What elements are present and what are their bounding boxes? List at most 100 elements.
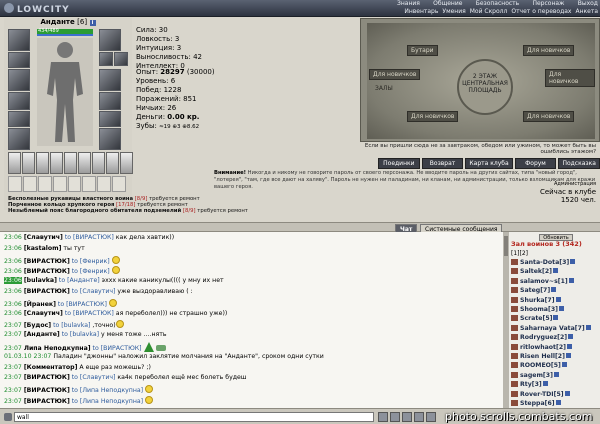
message-author[interactable]: [Комментатор] bbox=[24, 364, 78, 371]
roster-player[interactable]: ROOMEO[5] bbox=[511, 362, 567, 369]
spell-slot[interactable] bbox=[82, 176, 97, 192]
message-time[interactable]: 23:07 bbox=[4, 387, 22, 394]
message-recipient[interactable]: to [Липа Неподкупна] bbox=[72, 387, 143, 394]
settings-icon[interactable] bbox=[426, 412, 436, 422]
roster-player[interactable]: salamov~s[1] bbox=[511, 277, 574, 285]
player-name[interactable]: Shurka[7] bbox=[520, 297, 555, 304]
message-recipient[interactable]: to [Славутич] bbox=[72, 288, 116, 295]
info-icon[interactable] bbox=[553, 315, 559, 321]
message-time[interactable]: 23:06 bbox=[4, 277, 22, 285]
player-name[interactable]: sagem[3] bbox=[520, 372, 553, 379]
map-location-button[interactable]: Для новичков bbox=[407, 111, 459, 122]
message-time[interactable]: 23:07 bbox=[4, 322, 22, 329]
potion-slot[interactable] bbox=[120, 152, 133, 174]
message-author[interactable]: [ВИРАСТЮК] bbox=[24, 398, 70, 405]
player-name[interactable]: Risen Hell[2] bbox=[520, 353, 565, 360]
roster-player[interactable]: Rty[3] bbox=[511, 381, 548, 388]
info-icon[interactable] bbox=[568, 334, 574, 340]
info-icon[interactable] bbox=[570, 259, 576, 264]
subnav-transfers[interactable]: Отчет о переводах bbox=[511, 8, 571, 16]
shield-slot[interactable] bbox=[99, 69, 121, 91]
bracers-slot[interactable] bbox=[99, 92, 121, 110]
info-icon[interactable] bbox=[555, 296, 561, 302]
spell-slot[interactable] bbox=[37, 176, 52, 192]
message-time[interactable]: 23:06 bbox=[4, 301, 22, 308]
roster-player[interactable]: Shurka[7] bbox=[511, 296, 561, 304]
nav-security[interactable]: Безопасность bbox=[476, 0, 520, 8]
belt-slot[interactable] bbox=[8, 111, 30, 127]
potion-slot[interactable] bbox=[78, 152, 91, 174]
club-map-button[interactable]: Карта клуба bbox=[465, 158, 513, 169]
gloves-slot[interactable] bbox=[8, 128, 30, 150]
player-name[interactable]: ROOMEO[5] bbox=[520, 362, 561, 369]
ring-slot-1[interactable] bbox=[99, 52, 113, 66]
info-icon[interactable] bbox=[564, 390, 570, 396]
roster-player[interactable]: Scrate[5] bbox=[511, 315, 559, 322]
message-recipient[interactable]: to [Славутич] bbox=[72, 374, 116, 381]
message-recipient[interactable]: to [bulavka] bbox=[53, 322, 90, 329]
halls-label[interactable]: ЗАЛЫ bbox=[375, 85, 393, 92]
player-name[interactable]: Saharnaya Vata[7] bbox=[520, 325, 585, 332]
message-author[interactable]: [ВИРАСТЮК] bbox=[24, 374, 70, 381]
spell-slot[interactable] bbox=[52, 176, 67, 192]
message-author[interactable]: [ВИРАСТЮК] bbox=[24, 258, 70, 265]
message-author[interactable]: [ВИРАСТЮК] bbox=[24, 288, 70, 295]
message-recipient[interactable]: to [ВИРАСТЮК] bbox=[93, 345, 142, 352]
spell-slot[interactable] bbox=[67, 176, 82, 192]
potion-slot[interactable] bbox=[64, 152, 77, 174]
info-icon[interactable] bbox=[555, 400, 561, 405]
message-time[interactable]: 23:06 bbox=[4, 288, 22, 295]
nav-knowledge[interactable]: Знания bbox=[397, 0, 420, 8]
earring-slot[interactable] bbox=[99, 29, 121, 51]
player-name[interactable]: Rty[3] bbox=[520, 381, 542, 388]
info-icon[interactable] bbox=[551, 287, 557, 293]
necklace-slot[interactable] bbox=[8, 52, 30, 68]
map-location-button[interactable]: Для новичков bbox=[523, 45, 575, 56]
administration-link[interactable]: Администрация bbox=[520, 181, 600, 187]
info-icon[interactable]: i bbox=[89, 20, 96, 26]
roster-player[interactable]: ritlowhaot[2] bbox=[511, 343, 572, 351]
message-recipient[interactable]: to [bulavka] bbox=[62, 331, 99, 338]
message-author[interactable]: [Будос] bbox=[24, 322, 51, 329]
potion-slot[interactable] bbox=[50, 152, 63, 174]
message-author[interactable]: [Йранек] bbox=[24, 301, 56, 308]
message-time[interactable]: 23:07 bbox=[4, 398, 22, 405]
message-author[interactable]: [Анданте] bbox=[24, 331, 60, 338]
roster-player[interactable]: Sateg[7] bbox=[511, 287, 557, 294]
roster-pages[interactable]: [1][2] bbox=[511, 250, 528, 257]
logo[interactable]: LOWCITY bbox=[4, 3, 70, 15]
message-time[interactable]: 01.03.10 23:07 bbox=[4, 353, 51, 360]
info-icon[interactable] bbox=[585, 324, 591, 330]
central-square[interactable]: 2 ЭТАЖ ЦЕНТРАЛЬНАЯ ПЛОЩАДЬ bbox=[457, 59, 513, 115]
message-time[interactable]: 23:06 bbox=[4, 258, 22, 265]
message-time[interactable]: 23:06 bbox=[4, 268, 22, 275]
return-button[interactable]: Возврат bbox=[421, 158, 464, 169]
potion-slot[interactable] bbox=[22, 152, 35, 174]
roster-player[interactable]: Saltek[2] bbox=[511, 268, 558, 275]
message-recipient[interactable]: to [ВИРАСТЮК] bbox=[58, 301, 107, 308]
info-icon[interactable] bbox=[565, 353, 571, 358]
player-name[interactable]: Rodryguez[2] bbox=[520, 334, 567, 341]
message-time[interactable]: 23:07 bbox=[4, 364, 22, 371]
message-author[interactable]: [Славутич] bbox=[24, 234, 63, 241]
chat-options-icon[interactable] bbox=[4, 413, 12, 421]
roster-player[interactable]: Steppa[6] bbox=[511, 400, 561, 407]
message-author[interactable]: [Славутич] bbox=[24, 310, 63, 317]
info-icon[interactable] bbox=[558, 306, 564, 311]
potion-slot[interactable] bbox=[92, 152, 105, 174]
helmet-slot[interactable] bbox=[8, 29, 30, 51]
message-author[interactable]: [ВИРАСТЮК] bbox=[24, 387, 70, 394]
clear-icon[interactable] bbox=[402, 412, 412, 422]
spell-slot[interactable] bbox=[97, 176, 112, 192]
map-location-button[interactable]: Бутари bbox=[407, 45, 438, 56]
spell-slot[interactable] bbox=[22, 176, 37, 192]
player-name[interactable]: Rover-TDI[5] bbox=[520, 391, 564, 398]
message-author[interactable]: [bulavka] bbox=[24, 277, 57, 284]
forum-button[interactable]: Форум bbox=[514, 158, 557, 169]
message-author[interactable]: [kastalom] bbox=[24, 245, 62, 252]
message-recipient[interactable]: to [ВИРАСТЮК] bbox=[65, 234, 114, 241]
subnav-profile[interactable]: Анкета bbox=[575, 8, 598, 16]
subnav-inventory[interactable]: Инвентарь bbox=[404, 8, 438, 16]
player-name[interactable]: Sateg[7] bbox=[520, 287, 550, 294]
weapon-slot[interactable] bbox=[8, 69, 30, 91]
